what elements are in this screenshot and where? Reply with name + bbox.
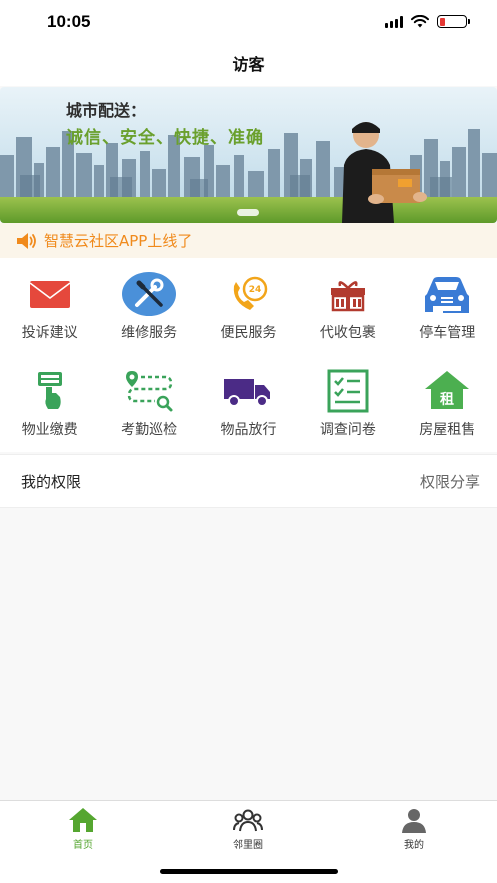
- banner-slogan: 诚信、安全、快捷、准确: [66, 128, 264, 148]
- announcement-bar[interactable]: 智慧云社区APP上线了: [0, 223, 497, 258]
- service-label: 维修服务: [121, 325, 178, 341]
- banner-carousel[interactable]: 城市配送： 诚信、安全、快捷、准确: [0, 87, 497, 223]
- tab-label: 邻里圈: [233, 840, 263, 851]
- speaker-icon: [17, 232, 36, 249]
- service-label: 停车管理: [419, 325, 476, 341]
- wrench-screwdriver-icon: [122, 272, 177, 316]
- home-indicator: [160, 869, 338, 874]
- truck-icon: [224, 379, 271, 407]
- house-rent-icon: 租: [425, 371, 470, 409]
- battery-icon: [437, 15, 470, 28]
- carousel-indicator[interactable]: [237, 209, 259, 216]
- people-icon: [233, 809, 263, 832]
- tab-home[interactable]: 首页: [33, 807, 133, 851]
- tab-label: 我的: [404, 840, 424, 851]
- cellular-signal-icon: [385, 15, 403, 28]
- profile-icon: [402, 809, 426, 833]
- status-bar: 10:05: [0, 0, 497, 44]
- checklist-icon: [327, 369, 369, 413]
- status-time: 10:05: [47, 12, 91, 31]
- delivery-person-image: [342, 122, 427, 223]
- service-label: 物品放行: [220, 422, 277, 438]
- service-label: 物业缴费: [21, 422, 78, 438]
- page-title: 访客: [232, 55, 265, 74]
- mail-icon: [29, 281, 71, 308]
- gift-icon: [330, 281, 365, 312]
- service-label: 调查问卷: [319, 422, 376, 438]
- service-label: 便民服务: [220, 325, 277, 341]
- service-label: 考勤巡检: [121, 422, 178, 438]
- battery-level: [439, 17, 445, 26]
- service-property-fee[interactable]: 物业缴费: [0, 355, 99, 452]
- permission-share-button[interactable]: 权限分享: [420, 471, 480, 492]
- service-parking[interactable]: 停车管理: [398, 258, 497, 355]
- svg-text:24: 24: [249, 285, 262, 295]
- service-attendance[interactable]: 考勤巡检: [99, 355, 198, 452]
- service-item-release[interactable]: 物品放行: [199, 355, 298, 452]
- status-icons: [385, 15, 470, 28]
- service-house-rent[interactable]: 租 房屋租售: [398, 355, 497, 452]
- service-label: 代收包裹: [319, 325, 376, 341]
- route-search-icon: [126, 371, 173, 412]
- service-repair[interactable]: 维修服务: [99, 258, 198, 355]
- wifi-icon: [411, 15, 429, 28]
- permissions-row: 我的权限 权限分享: [0, 454, 497, 508]
- service-complaint[interactable]: 投诉建议: [0, 258, 99, 355]
- tab-label: 首页: [73, 840, 93, 851]
- home-icon: [69, 808, 97, 832]
- service-grid: 投诉建议 维修服务 24 便民服务 代收包裹 停车管理 物业缴费 考勤巡检 物品…: [0, 258, 497, 452]
- service-label: 房屋租售: [419, 422, 476, 438]
- tab-mine[interactable]: 我的: [364, 807, 464, 851]
- permissions-title: 我的权限: [21, 472, 82, 491]
- tab-neighborhood[interactable]: 邻里圈: [198, 807, 298, 851]
- rent-badge: 租: [440, 391, 454, 408]
- service-convenience[interactable]: 24 便民服务: [199, 258, 298, 355]
- nav-bar: 访客: [0, 44, 497, 86]
- announcement-text: 智慧云社区APP上线了: [44, 232, 193, 250]
- car-icon: [425, 277, 470, 313]
- phone-24h-icon: 24: [234, 276, 268, 310]
- service-survey[interactable]: 调查问卷: [298, 355, 397, 452]
- service-parcel[interactable]: 代收包裹: [298, 258, 397, 355]
- banner-tagline: 城市配送：: [66, 101, 147, 120]
- payment-terminal-icon: [37, 372, 62, 409]
- service-label: 投诉建议: [21, 325, 78, 341]
